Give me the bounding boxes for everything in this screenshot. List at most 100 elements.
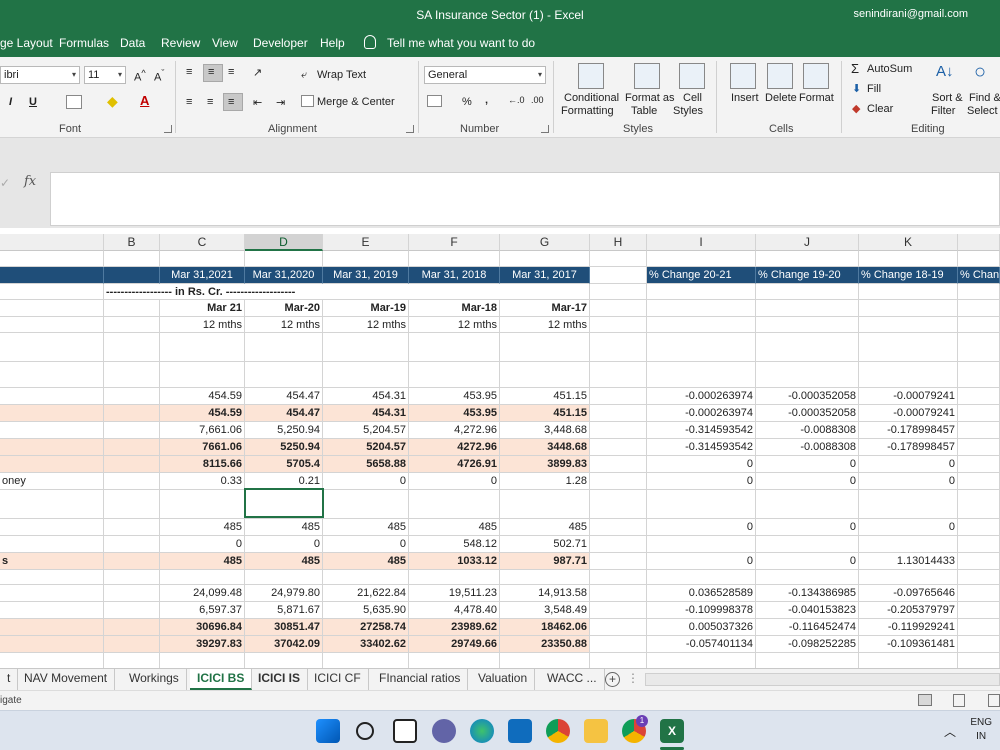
- change-cell[interactable]: -0.109998378: [647, 602, 756, 619]
- change-cell[interactable]: -0.0088308: [756, 439, 859, 456]
- file-explorer-icon[interactable]: [584, 719, 608, 743]
- merge-center-button[interactable]: Merge & Center: [317, 96, 395, 108]
- change-cell[interactable]: -0.119929241: [859, 619, 958, 636]
- grid-cell[interactable]: [859, 300, 958, 317]
- grid-cell[interactable]: [647, 251, 756, 267]
- grid-cell[interactable]: [756, 333, 859, 362]
- grid-cell[interactable]: [409, 570, 500, 585]
- column-header-a[interactable]: [0, 234, 104, 251]
- grid-cell[interactable]: [160, 570, 245, 585]
- period-cell[interactable]: Mar-19: [323, 300, 409, 317]
- horizontal-scrollbar[interactable]: [645, 673, 1000, 686]
- value-cell[interactable]: 7,661.06: [160, 422, 245, 439]
- align-top-icon[interactable]: ≡: [186, 66, 192, 78]
- change-cell[interactable]: -0.040153823: [756, 602, 859, 619]
- grid-cell[interactable]: [647, 362, 756, 388]
- worksheet-grid[interactable]: B C D E F G H I J K Mar 31,2021 Mar 31,20…: [0, 234, 1000, 668]
- eraser-icon[interactable]: ◆: [852, 102, 860, 115]
- header-date-cell[interactable]: Mar 31, 2019: [323, 267, 409, 284]
- grid-cell[interactable]: [409, 251, 500, 267]
- value-cell[interactable]: 485: [160, 519, 245, 536]
- header-change-cell[interactable]: % Chang: [958, 267, 1000, 284]
- change-cell[interactable]: 0.005037326: [647, 619, 756, 636]
- period-cell[interactable]: Mar-20: [245, 300, 323, 317]
- grid-cell[interactable]: [590, 300, 647, 317]
- grid-cell[interactable]: [323, 333, 409, 362]
- change-cell[interactable]: -0.000263974: [647, 405, 756, 422]
- format-cells-icon[interactable]: [803, 63, 829, 89]
- sheet-tab-financial-ratios[interactable]: FInancial ratios: [372, 669, 469, 690]
- sort-filter-label-2[interactable]: Filter: [931, 105, 955, 117]
- grid-cell[interactable]: [958, 362, 1000, 388]
- change-cell[interactable]: -0.057401134: [647, 636, 756, 653]
- grid-cell[interactable]: [104, 536, 160, 553]
- value-cell[interactable]: 454.47: [245, 405, 323, 422]
- row-label-cell[interactable]: [0, 422, 104, 439]
- period-cell[interactable]: Mar 21: [160, 300, 245, 317]
- grid-cell[interactable]: [647, 333, 756, 362]
- grid-cell[interactable]: [756, 251, 859, 267]
- alignment-dialog-launcher-icon[interactable]: [406, 125, 414, 133]
- format-as-table-icon[interactable]: [634, 63, 660, 89]
- value-cell[interactable]: 4,272.96: [409, 422, 500, 439]
- delete-cells-icon[interactable]: [767, 63, 793, 89]
- wrap-text-icon[interactable]: ⤶: [301, 69, 307, 82]
- grid-cell[interactable]: [0, 317, 104, 333]
- grid-cell[interactable]: [245, 251, 323, 267]
- value-cell[interactable]: 454.59: [160, 405, 245, 422]
- grid-cell[interactable]: [590, 362, 647, 388]
- change-cell[interactable]: -0.00079241: [859, 388, 958, 405]
- fill-button[interactable]: Fill: [867, 83, 881, 95]
- comma-style-button[interactable]: ‚: [485, 94, 488, 106]
- grid-cell[interactable]: [160, 653, 245, 668]
- decrease-indent-icon[interactable]: ⇤: [253, 96, 262, 109]
- sheet-tab-icici-cf[interactable]: ICICI CF: [307, 669, 369, 690]
- grid-cell[interactable]: [104, 653, 160, 668]
- orientation-icon[interactable]: ↗: [253, 66, 262, 79]
- align-left-icon[interactable]: ≡: [186, 96, 192, 108]
- tab-page-layout[interactable]: ge Layout: [0, 36, 53, 50]
- grid-cell[interactable]: [160, 362, 245, 388]
- grid-cell[interactable]: [0, 490, 104, 519]
- change-cell[interactable]: -0.0088308: [756, 422, 859, 439]
- grid-cell[interactable]: [958, 602, 1000, 619]
- change-cell[interactable]: [756, 536, 859, 553]
- wrap-text-button[interactable]: Wrap Text: [317, 69, 366, 81]
- months-cell[interactable]: 12 mths: [245, 317, 323, 333]
- grid-cell[interactable]: [590, 422, 647, 439]
- change-cell[interactable]: 0: [647, 519, 756, 536]
- value-cell[interactable]: 454.31: [323, 388, 409, 405]
- value-cell[interactable]: 1033.12: [409, 553, 500, 570]
- grid-cell[interactable]: [104, 251, 160, 267]
- row-label-cell[interactable]: [0, 636, 104, 653]
- value-cell[interactable]: 4272.96: [409, 439, 500, 456]
- change-cell[interactable]: 0: [647, 553, 756, 570]
- value-cell[interactable]: 453.95: [409, 388, 500, 405]
- period-cell[interactable]: Mar-18: [409, 300, 500, 317]
- chrome-browser-icon[interactable]: [546, 719, 570, 743]
- column-header-f[interactable]: F: [409, 234, 500, 251]
- header-change-cell[interactable]: % Change 18-19: [859, 267, 958, 284]
- value-cell[interactable]: 5,635.90: [323, 602, 409, 619]
- sheet-tab-nav-movement[interactable]: NAV Movement: [17, 669, 116, 690]
- months-cell[interactable]: 12 mths: [323, 317, 409, 333]
- font-dialog-launcher-icon[interactable]: [164, 125, 172, 133]
- grid-cell[interactable]: [500, 570, 590, 585]
- search-icon[interactable]: [356, 722, 374, 740]
- months-cell[interactable]: 12 mths: [500, 317, 590, 333]
- change-cell[interactable]: 0: [647, 473, 756, 490]
- font-size-dropdown[interactable]: 11 ▾: [84, 66, 126, 84]
- grid-cell[interactable]: [590, 333, 647, 362]
- grid-cell[interactable]: [859, 284, 958, 300]
- sort-filter-label-1[interactable]: Sort &: [932, 92, 963, 104]
- percent-style-button[interactable]: %: [462, 96, 472, 108]
- windows-start-icon[interactable]: [316, 719, 340, 743]
- grid-cell[interactable]: [323, 362, 409, 388]
- grid-cell[interactable]: [245, 653, 323, 668]
- autosum-icon[interactable]: Σ: [851, 61, 859, 76]
- value-cell[interactable]: 5204.57: [323, 439, 409, 456]
- grid-cell[interactable]: [590, 388, 647, 405]
- grid-cell[interactable]: [647, 284, 756, 300]
- grid-cell[interactable]: [647, 317, 756, 333]
- grid-cell[interactable]: [104, 585, 160, 602]
